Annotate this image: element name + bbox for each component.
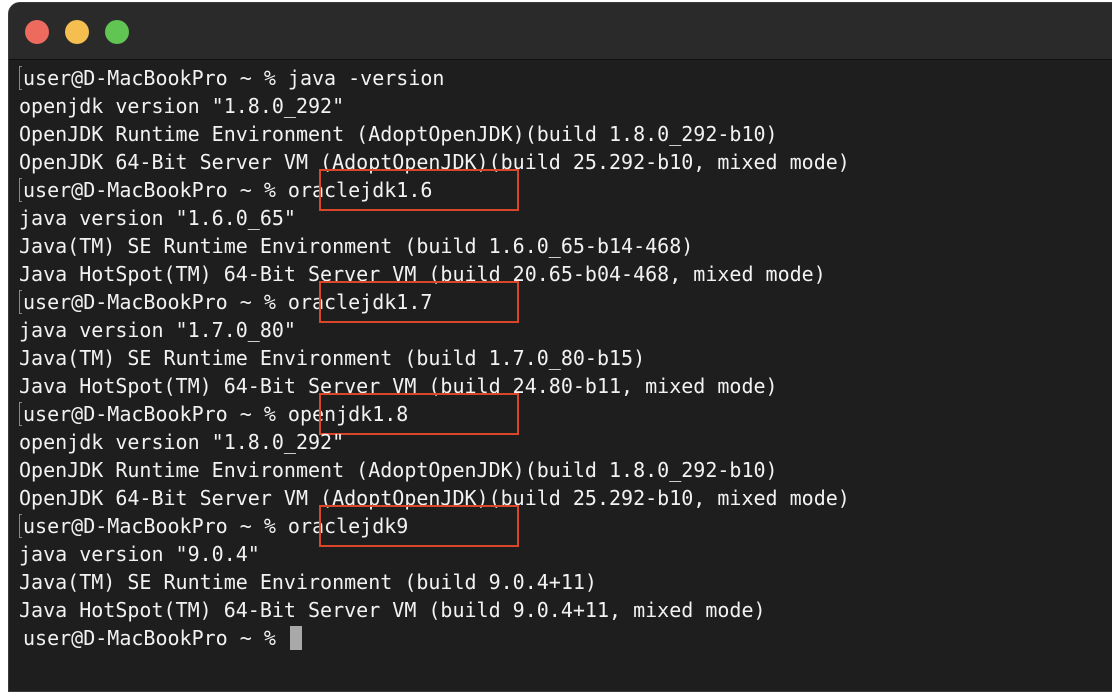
output-line: Java(TM) SE Runtime Environment (build 9… <box>19 568 597 596</box>
output-text: OpenJDK Runtime Environment (AdoptOpenJD… <box>19 122 778 146</box>
output-text: openjdk version "1.8.0_292" <box>19 94 345 118</box>
command-mark <box>19 178 22 202</box>
command-text: java -version <box>287 66 445 90</box>
output-line: java version "1.6.0_65" <box>19 204 296 232</box>
minimize-window-button[interactable] <box>65 20 89 44</box>
output-line: java version "1.7.0_80" <box>19 316 296 344</box>
output-text: openjdk version "1.8.0_292" <box>19 430 345 454</box>
prompt-line: user@D-MacBookPro ~ % <box>19 624 302 652</box>
command-highlight-box <box>319 169 519 211</box>
shell-prompt: user@D-MacBookPro ~ % <box>23 290 288 314</box>
output-text: OpenJDK Runtime Environment (AdoptOpenJD… <box>19 458 778 482</box>
output-line: openjdk version "1.8.0_292" <box>19 428 344 456</box>
output-line: OpenJDK Runtime Environment (AdoptOpenJD… <box>19 120 778 148</box>
terminal-output[interactable]: user@D-MacBookPro ~ % java -version openj… <box>9 64 1112 691</box>
output-text: Java(TM) SE Runtime Environment (build 9… <box>19 570 597 594</box>
terminal-window: user@D-MacBookPro ~ % java -version openj… <box>8 2 1112 692</box>
output-text: Java HotSpot(TM) 64-Bit Server VM (build… <box>19 598 766 622</box>
output-line: Java(TM) SE Runtime Environment (build 1… <box>19 232 693 260</box>
zoom-window-button[interactable] <box>105 20 129 44</box>
output-text: java version "9.0.4" <box>19 542 260 566</box>
shell-prompt: user@D-MacBookPro ~ % <box>23 514 288 538</box>
command-highlight-box <box>319 281 519 323</box>
command-mark <box>19 290 22 314</box>
command-mark <box>19 402 22 426</box>
output-line: OpenJDK Runtime Environment (AdoptOpenJD… <box>19 456 778 484</box>
command-highlight-box <box>319 505 519 547</box>
output-line: Java(TM) SE Runtime Environment (build 1… <box>19 344 645 372</box>
close-window-button[interactable] <box>25 20 49 44</box>
shell-prompt: user@D-MacBookPro ~ % <box>23 66 288 90</box>
output-line: Java HotSpot(TM) 64-Bit Server VM (build… <box>19 596 766 624</box>
output-text: Java(TM) SE Runtime Environment (build 1… <box>19 346 646 370</box>
command-mark <box>19 66 22 90</box>
title-bar <box>9 3 1112 60</box>
command-mark <box>19 514 22 538</box>
shell-prompt: user@D-MacBookPro ~ % <box>23 626 288 650</box>
text-cursor <box>289 626 302 650</box>
output-line: java version "9.0.4" <box>19 540 260 568</box>
command-highlight-box <box>319 393 519 435</box>
output-text: java version "1.7.0_80" <box>19 318 296 342</box>
output-text: Java(TM) SE Runtime Environment (build 1… <box>19 234 694 258</box>
output-text: java version "1.6.0_65" <box>19 206 296 230</box>
prompt-line: user@D-MacBookPro ~ % java -version <box>19 64 444 92</box>
shell-prompt: user@D-MacBookPro ~ % <box>23 178 288 202</box>
output-line: openjdk version "1.8.0_292" <box>19 92 344 120</box>
shell-prompt: user@D-MacBookPro ~ % <box>23 402 288 426</box>
